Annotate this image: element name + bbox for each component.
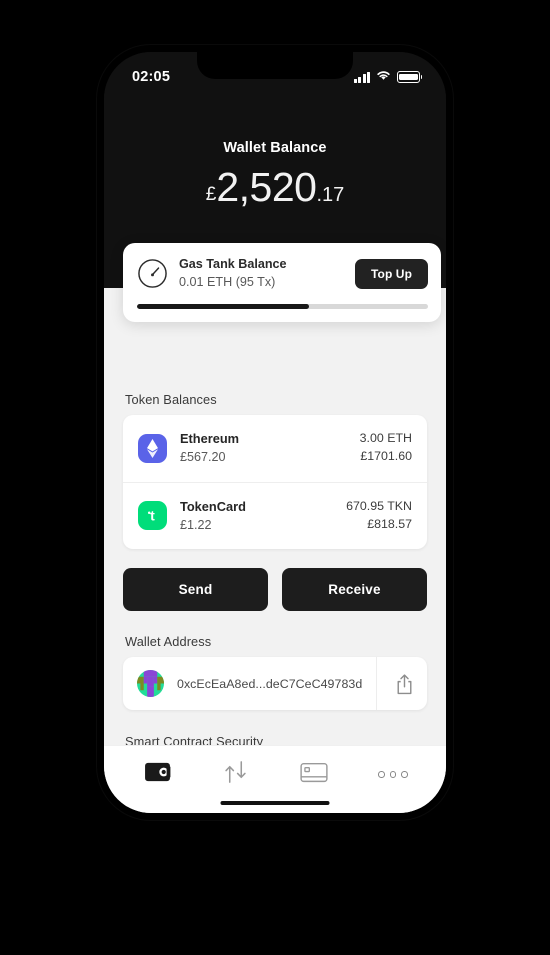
token-name: TokenCard [180,498,246,514]
wallet-address-section: Wallet Address 0xcEcEaA8ed...deC7CeC4978… [123,634,427,711]
wifi-icon [376,68,391,86]
token-fiat-price: £567.20 [180,450,226,465]
gas-tank-title: Gas Tank Balance [179,257,287,271]
token-info: Ethereum £567.20 [180,430,360,467]
sidebar-item-more[interactable] [366,756,420,794]
top-up-button[interactable]: Top Up [354,258,428,289]
home-indicator [220,800,330,805]
balance-decimal: .17 [316,184,345,206]
gas-tank-card: Gas Tank Balance 0.01 ETH (95 Tx) Top Up [123,243,441,322]
currency-symbol: £ [205,184,217,205]
screenshot-stage: 02:05 Wallet Balance £ 2,520 .17 Token B… [0,0,550,955]
token-balances-card: Ethereum £567.20 3.00 ETH £1701.60 t Tok… [123,415,427,550]
token-row-ethereum[interactable]: Ethereum £567.20 3.00 ETH £1701.60 [123,415,427,482]
wallet-body: Token Balances Ethereum £567.20 3.00 ETH… [104,288,446,813]
token-amount: 3.00 ETH [359,431,412,446]
token-fiat-price: £1.22 [180,517,212,532]
tokencard-icon: t [138,501,167,531]
phone-notch [197,52,353,79]
more-dots-icon [378,771,408,778]
page-title: Wallet Balance [223,140,327,156]
signal-bars-icon [353,71,370,83]
sidebar-item-wallet[interactable] [130,756,184,794]
gas-tank-text: Gas Tank Balance 0.01 ETH (95 Tx) [179,256,355,292]
gas-tank-progress-fill [137,303,309,309]
wallet-address-label: Wallet Address [125,634,212,650]
token-amounts: 670.95 TKN £818.57 [346,498,412,534]
gas-gauge-icon [137,258,168,289]
phone-screen: 02:05 Wallet Balance £ 2,520 .17 Token B… [104,52,446,813]
action-buttons: Send Receive [123,568,427,612]
receive-button[interactable]: Receive [282,568,427,612]
wallet-address-text: 0xcEcEaA8ed...deC7CeC49783d [177,676,363,691]
gas-tank-subtitle: 0.01 ETH (95 Tx) [179,275,276,290]
status-bar-time: 02:05 [132,69,171,85]
wallet-icon [144,761,171,788]
gas-tank-row: Gas Tank Balance 0.01 ETH (95 Tx) Top Up [137,256,428,292]
svg-text:t: t [150,508,155,524]
token-value: £1701.60 [360,449,412,464]
smart-contract-security-label: Smart Contract Security [125,734,264,745]
token-amount: 670.95 TKN [346,498,412,513]
wallet-address-value-area[interactable]: 0xcEcEaA8ed...deC7CeC49783d [123,657,376,710]
status-bar-icons [353,68,423,86]
scroll-area[interactable]: Token Balances Ethereum £567.20 3.00 ETH… [104,288,446,745]
token-name: Ethereum [180,431,240,446]
transfer-arrows-icon [222,760,249,789]
token-balances-label: Token Balances [125,392,217,407]
phone-device-frame: 02:05 Wallet Balance £ 2,520 .17 Token B… [97,45,453,820]
ethereum-icon [138,433,167,463]
token-value: £818.57 [367,516,412,531]
sidebar-item-transfer[interactable] [209,756,263,794]
wallet-address-card: 0xcEcEaA8ed...deC7CeC49783d [123,657,427,711]
identicon-avatar [137,670,164,698]
sidebar-item-card[interactable] [287,756,341,794]
balance-integer: 2,520 [216,164,317,210]
token-info: TokenCard £1.22 [180,498,346,535]
token-amounts: 3.00 ETH £1701.60 [360,430,412,466]
send-button[interactable]: Send [123,568,268,612]
battery-full-icon [397,71,423,83]
token-row-tokencard[interactable]: t TokenCard £1.22 670.95 TKN £818.57 [123,481,427,550]
share-icon[interactable] [376,657,427,711]
wallet-balance-amount: £ 2,520 .17 [104,167,446,208]
card-icon [300,762,328,788]
gas-tank-progress-bar [137,303,428,309]
